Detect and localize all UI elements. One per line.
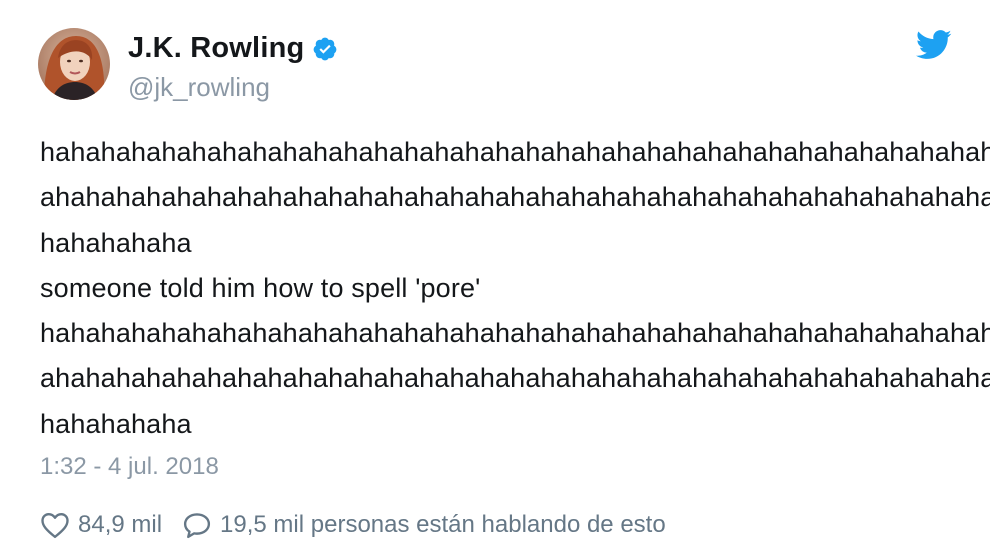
user-handle[interactable]: @jk_rowling [128, 72, 270, 103]
tweet-card: J.K. Rowling @jk_rowling hahahahahahahah… [0, 0, 990, 556]
heart-icon [40, 511, 70, 539]
tweet-header: J.K. Rowling @jk_rowling [38, 28, 958, 104]
tweet-text-line: ahahahahahahahahahahahahahahahahahahahah… [40, 363, 990, 394]
name-row: J.K. Rowling [128, 32, 338, 65]
tweet-text-line: hahahahaha [40, 408, 192, 439]
like-button[interactable]: 84,9 mil [40, 511, 162, 539]
verified-badge-icon [312, 36, 338, 62]
avatar[interactable] [38, 28, 110, 100]
tweet-actions: 84,9 mil 19,5 mil personas están habland… [40, 505, 666, 545]
tweet-text-line: hahahahahahahahahahahahahahahahahahahaha… [40, 137, 990, 167]
speech-bubble-icon [182, 511, 212, 539]
reply-button[interactable]: 19,5 mil personas están hablando de esto [182, 511, 666, 539]
display-name[interactable]: J.K. Rowling [128, 32, 304, 65]
tweet-text-line: ahahahahahahahahahahahahahahahahahahahah… [40, 182, 990, 213]
tweet-text-line: hahahahahahahahahahahahahahahahahahahaha… [40, 318, 990, 349]
tweet-timestamp[interactable]: 1:32 - 4 jul. 2018 [40, 453, 219, 481]
conversation-count: 19,5 mil personas están hablando de esto [220, 511, 666, 538]
tweet-text-line: hahahahaha [40, 227, 192, 258]
twitter-bird-icon[interactable] [915, 30, 952, 60]
tweet-text-line: someone told him how to spell 'pore' [40, 272, 481, 303]
like-count: 84,9 mil [78, 511, 163, 538]
tweet-text: hahahahahahahahahahahahahahahahahahahaha… [40, 130, 990, 447]
